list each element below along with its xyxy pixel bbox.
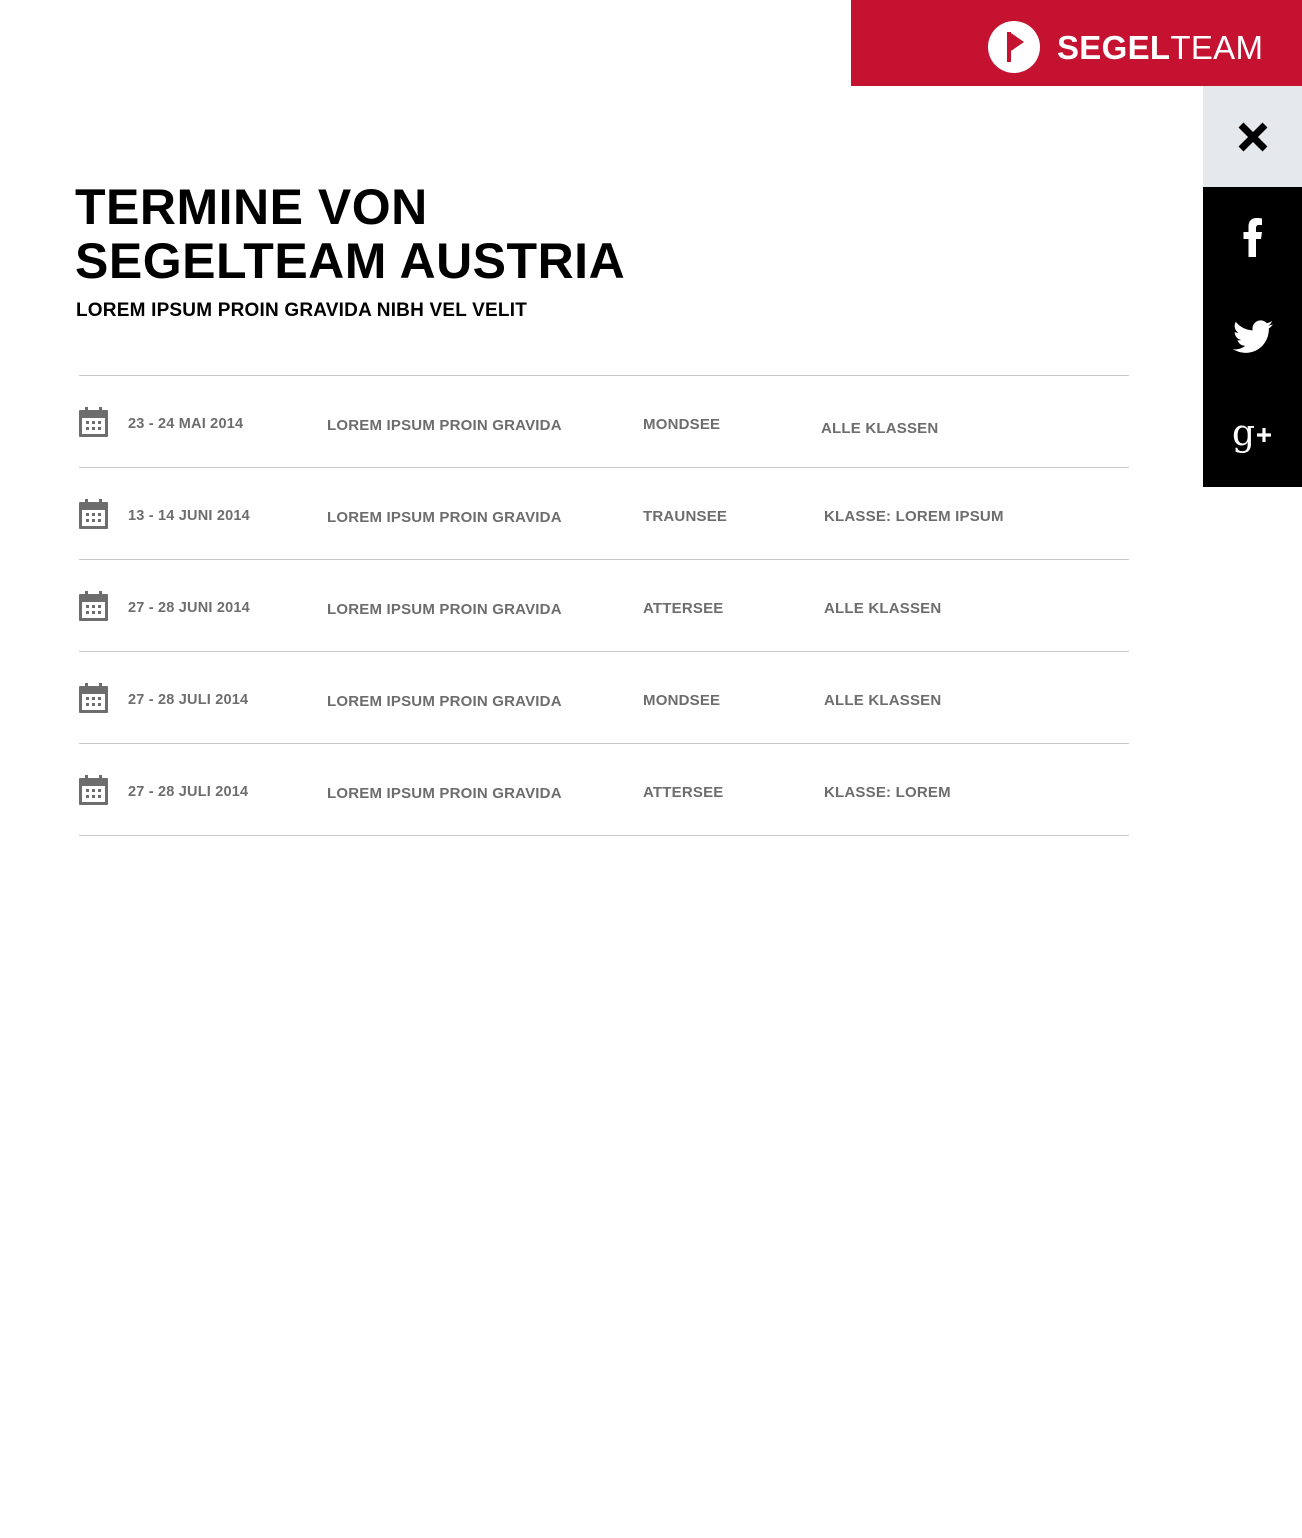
event-class: KLASSE: LOREM [824, 784, 951, 801]
twitter-icon [1232, 320, 1273, 353]
event-class: ALLE KLASSEN [824, 600, 942, 617]
facebook-icon [1243, 218, 1262, 257]
event-date: 23 - 24 MAI 2014 [128, 416, 244, 432]
event-row[interactable]: 23 - 24 MAI 2014 LOREM IPSUM PROIN GRAVI… [79, 376, 1129, 468]
calendar-icon [79, 499, 108, 529]
brand-name-bold: SEGEL [1057, 29, 1171, 66]
flag-circle-icon[interactable] [988, 21, 1040, 73]
brand-name[interactable]: SEGELTEAM [1057, 28, 1263, 68]
calendar-icon [79, 683, 108, 713]
event-location: MONDSEE [643, 692, 721, 709]
event-class: ALLE KLASSEN [824, 692, 942, 709]
svg-text:g: g [1232, 417, 1255, 454]
page-subtitle: LOREM IPSUM PROIN GRAVIDA NIBH VEL VELIT [76, 300, 528, 321]
calendar-icon [79, 775, 108, 805]
event-date: 27 - 28 JULI 2014 [128, 784, 249, 800]
page-title: TERMINE VON SEGELTEAM AUSTRIA [75, 180, 625, 288]
event-title[interactable]: LOREM IPSUM PROIN GRAVIDA [327, 601, 562, 618]
event-row[interactable]: 27 - 28 JUNI 2014 LOREM IPSUM PROIN GRAV… [79, 560, 1129, 652]
brand-name-light: TEAM [1170, 29, 1264, 66]
event-date: 13 - 14 JUNI 2014 [128, 508, 250, 524]
event-class: ALLE KLASSEN [821, 420, 939, 437]
event-title[interactable]: LOREM IPSUM PROIN GRAVIDA [327, 693, 562, 710]
event-title[interactable]: LOREM IPSUM PROIN GRAVIDA [327, 785, 562, 802]
event-title[interactable]: LOREM IPSUM PROIN GRAVIDA [327, 417, 562, 434]
google-plus-icon: g [1232, 417, 1271, 454]
twitter-button[interactable] [1203, 287, 1302, 387]
event-location: TRAUNSEE [643, 508, 728, 525]
close-icon [1238, 122, 1267, 151]
side-panel: g [1203, 86, 1302, 487]
event-row[interactable]: 27 - 28 JULI 2014 LOREM IPSUM PROIN GRAV… [79, 744, 1129, 836]
event-location: ATTERSEE [643, 784, 724, 801]
events-list: 23 - 24 MAI 2014 LOREM IPSUM PROIN GRAVI… [79, 375, 1129, 836]
page-title-line1: TERMINE VON [75, 179, 428, 235]
event-row[interactable]: 27 - 28 JULI 2014 LOREM IPSUM PROIN GRAV… [79, 652, 1129, 744]
event-title[interactable]: LOREM IPSUM PROIN GRAVIDA [327, 509, 562, 526]
event-location: MONDSEE [643, 416, 721, 433]
close-button[interactable] [1203, 86, 1302, 187]
google-plus-button[interactable]: g [1203, 387, 1302, 487]
event-row[interactable]: 13 - 14 JUNI 2014 LOREM IPSUM PROIN GRAV… [79, 468, 1129, 560]
event-date: 27 - 28 JULI 2014 [128, 692, 249, 708]
page-title-line2: SEGELTEAM AUSTRIA [75, 233, 626, 289]
calendar-icon [79, 591, 108, 621]
calendar-icon [79, 407, 108, 437]
event-date: 27 - 28 JUNI 2014 [128, 600, 250, 616]
event-location: ATTERSEE [643, 600, 724, 617]
event-class: KLASSE: LOREM IPSUM [824, 508, 1004, 525]
facebook-button[interactable] [1203, 187, 1302, 287]
